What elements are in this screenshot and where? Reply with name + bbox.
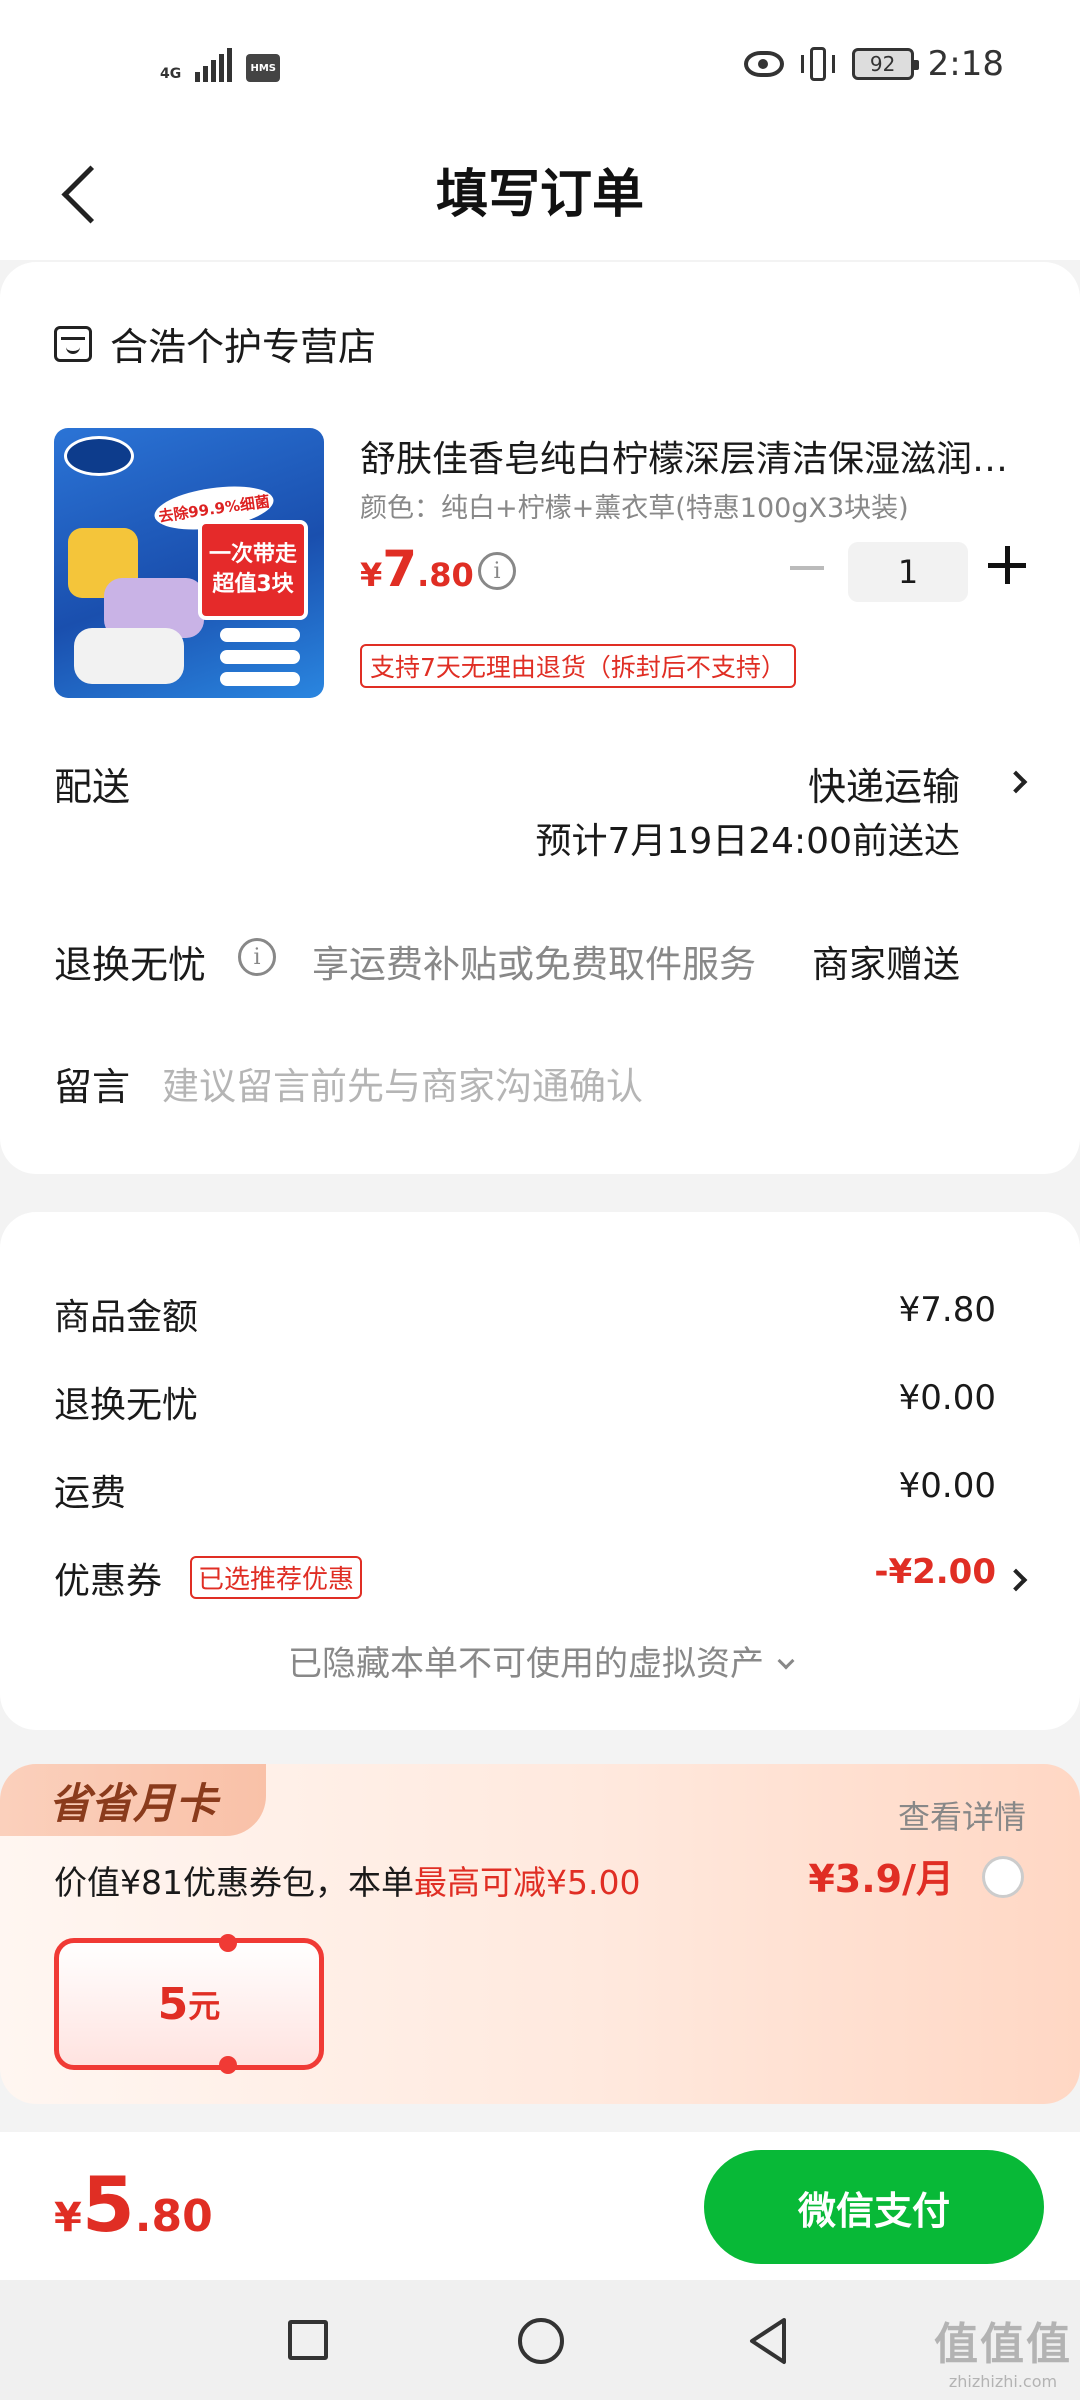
price-summary-card: 商品金额 ¥7.80 退换无忧 ¥0.00 运费 ¥0.00 优惠券 已选推荐优… [0, 1212, 1080, 1730]
increase-quantity-button[interactable] [988, 546, 1026, 584]
worry-free-value: 商家赠送 [812, 943, 960, 986]
battery-icon: 92 [851, 48, 919, 80]
product-spec[interactable]: 颜色：纯白+柠檬+薰衣草(特惠100gX3块装) [360, 486, 909, 525]
product-image[interactable]: 去除99.9%细菌 一次带走 超值3块 [54, 428, 324, 698]
goods-amount-label: 商品金额 [54, 1297, 199, 1338]
status-right: 92 2:18 [743, 44, 1004, 84]
eye-icon [743, 51, 784, 77]
view-details-link[interactable]: 查看详情 [898, 1792, 1026, 1838]
chevron-down-icon [777, 1652, 795, 1670]
goods-amount-value: ¥7.80 [898, 1290, 996, 1330]
signal-icon [195, 48, 233, 82]
hms-icon: HMS [246, 54, 281, 82]
network-type: 4G [160, 66, 182, 82]
page-header: 填写订单 [0, 130, 1080, 260]
product-name[interactable]: 舒肤佳香皂纯白柠檬深层清洁保湿滋润香皂 [360, 430, 1030, 482]
total-price: ¥ 5 .80 [54, 2160, 213, 2249]
system-nav-bar: 值值值 zhizhizhi.com [0, 2280, 1080, 2400]
chevron-right-icon[interactable] [1004, 770, 1028, 794]
delivery-eta: 预计7月19日24:00前送达 [535, 821, 960, 862]
brand-logo-icon [64, 436, 134, 476]
image-promo: 一次带走 超值3块 [198, 520, 308, 620]
quantity-field[interactable]: 1 [848, 542, 968, 602]
clock: 2:18 [927, 44, 1004, 84]
worry-free-desc: 享运费补贴或免费取件服务 [312, 943, 756, 986]
message-input[interactable]: 建议留言前先与商家沟通确认 [162, 1056, 643, 1110]
recent-apps-icon[interactable] [288, 2320, 328, 2360]
chevron-right-icon[interactable] [1004, 1568, 1028, 1592]
shop-name: 合浩个护专营店 [110, 325, 377, 369]
monthly-card-offer: 省省月卡 查看详情 价值¥81优惠券包，本单最高可减¥5.00 ¥3.9/月 5… [0, 1764, 1080, 2104]
worry-free-fee-label: 退换无忧 [54, 1385, 199, 1426]
coupon-label: 优惠券 [54, 1561, 163, 1602]
vibrate-icon [798, 47, 838, 81]
shop-row[interactable]: 合浩个护专营店 [54, 316, 376, 371]
hidden-assets-toggle[interactable]: 已隐藏本单不可使用的虚拟资产 [0, 1636, 1080, 1685]
monthly-card-desc: 价值¥81优惠券包，本单最高可减¥5.00 [54, 1863, 641, 1902]
page-title: 填写订单 [435, 165, 644, 225]
message-label: 留言 [54, 1065, 131, 1109]
nav-back-icon[interactable] [746, 2316, 790, 2366]
product-price: ¥ 7 .80 [360, 540, 474, 598]
delivery-label: 配送 [54, 765, 131, 809]
delivery-method[interactable]: 快递运输 [808, 756, 960, 811]
coupon-badge: 已选推荐优惠 [190, 1556, 363, 1599]
decrease-quantity-button[interactable] [790, 566, 824, 570]
pay-bar: ¥ 5 .80 微信支付 [0, 2132, 1080, 2280]
status-left: 4G HMS [160, 48, 281, 82]
monthly-card-title: 省省月卡 [0, 1764, 266, 1836]
home-icon[interactable] [518, 2318, 564, 2364]
monthly-card-price: ¥3.9/月 [808, 1857, 954, 1901]
watermark: 值值值 zhizhizhi.com [934, 2319, 1072, 2391]
worry-free-info-icon[interactable]: i [238, 938, 276, 976]
return-policy-badge: 支持7天无理由退货（拆封后不支持） [360, 644, 796, 688]
worry-free-fee-value: ¥0.00 [898, 1378, 996, 1418]
status-bar: 4G HMS 92 2:18 [0, 0, 1080, 130]
store-icon [54, 325, 92, 362]
monthly-card-radio[interactable] [982, 1856, 1024, 1898]
order-card: 合浩个护专营店 去除99.9%细菌 一次带走 超值3块 舒肤佳香皂纯白柠檬深层清… [0, 262, 1080, 1174]
worry-free-label: 退换无忧 [54, 943, 207, 987]
coupon-ticket: 5元 [54, 1934, 324, 2074]
price-info-icon[interactable]: i [478, 552, 516, 590]
wechat-pay-button[interactable]: 微信支付 [704, 2150, 1044, 2264]
coupon-value[interactable]: -¥2.00 [874, 1552, 996, 1592]
shipping-label: 运费 [54, 1473, 127, 1514]
shipping-value: ¥0.00 [898, 1466, 996, 1506]
